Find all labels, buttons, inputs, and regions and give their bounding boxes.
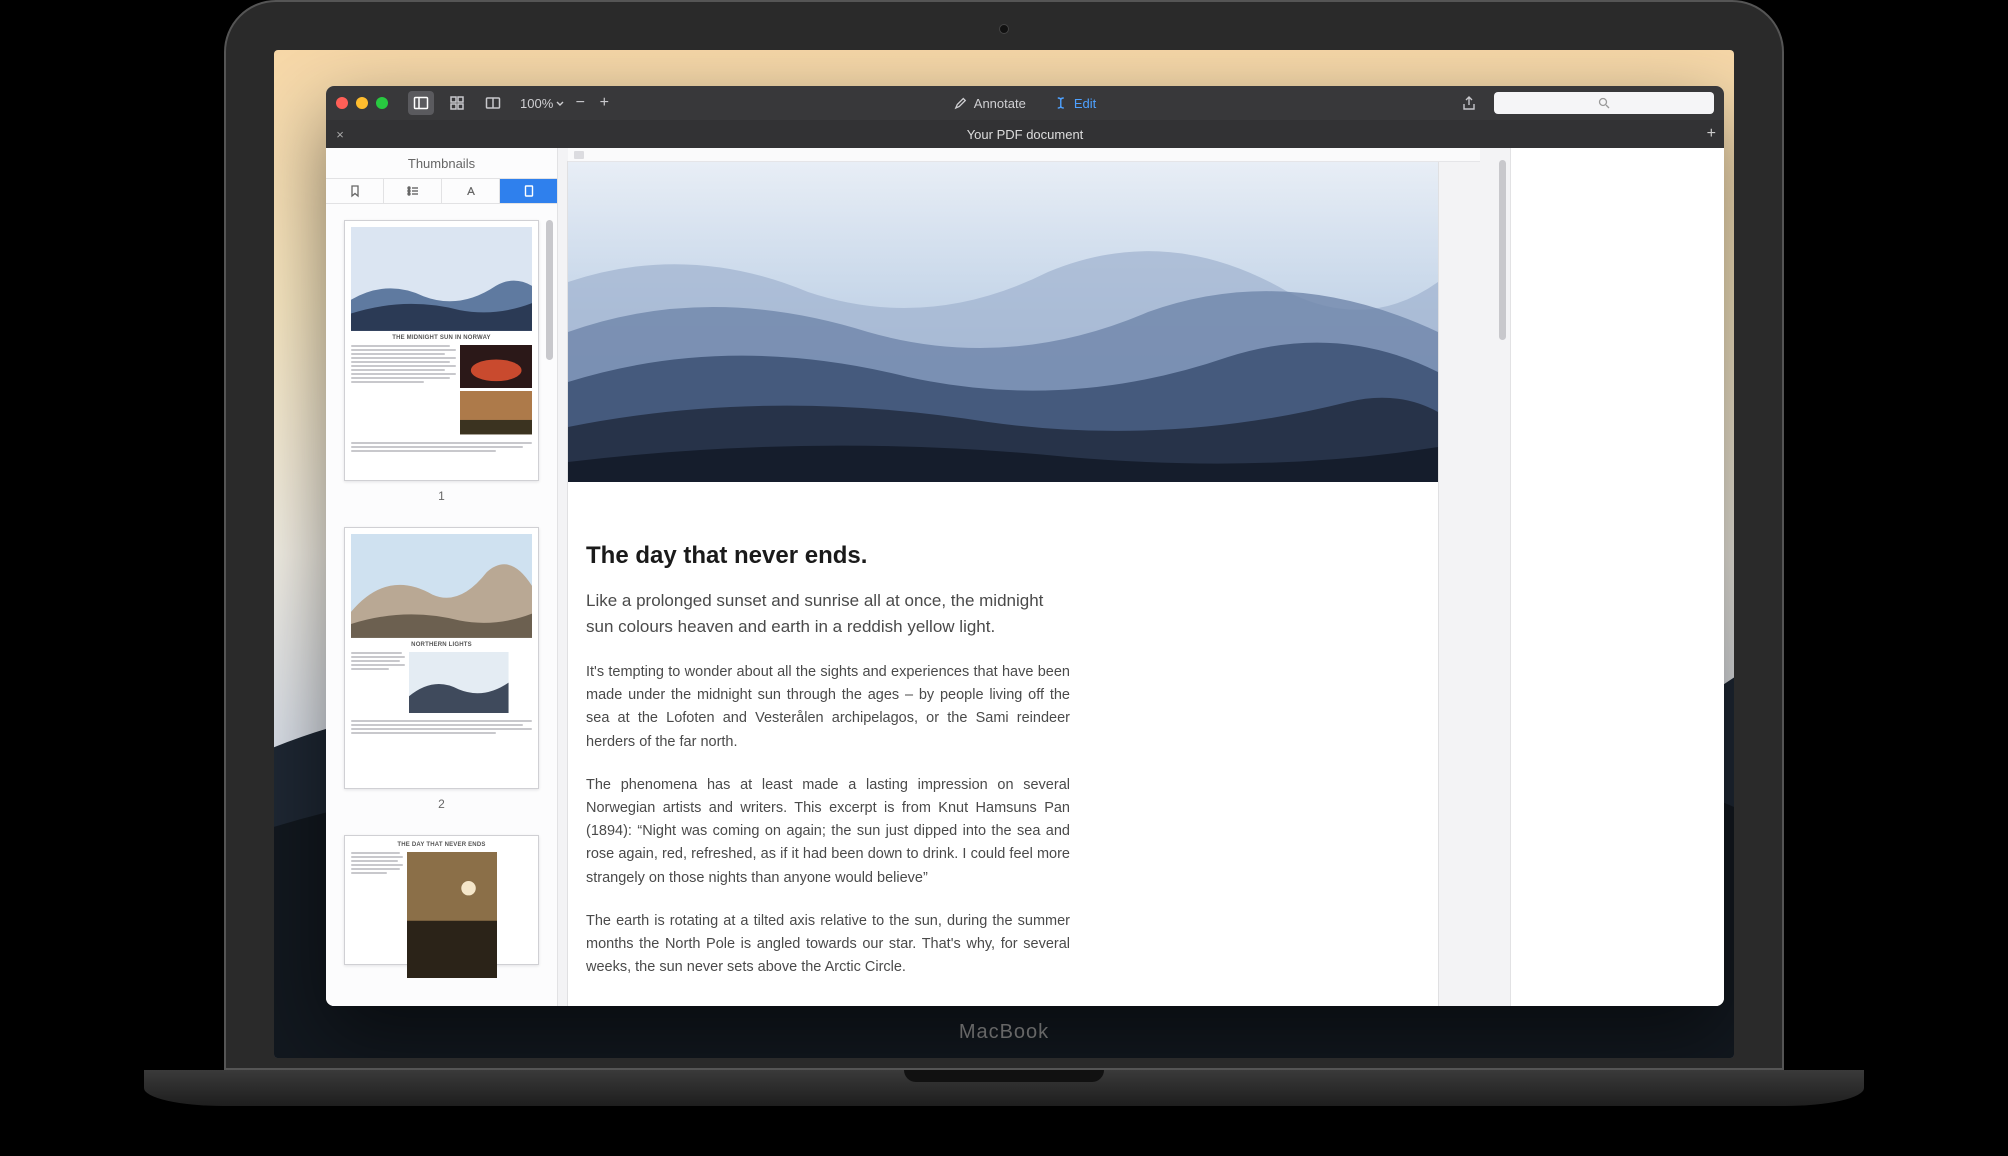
zoom-in-button[interactable]: + (595, 94, 613, 112)
view-split-button[interactable] (480, 91, 506, 115)
toolbar: 100% − + Annotate Edit (326, 86, 1724, 120)
pencil-icon (954, 96, 968, 110)
search-input[interactable] (1494, 92, 1714, 114)
view-sidebar-button[interactable] (408, 91, 434, 115)
sidebar-tab-bookmark[interactable] (326, 179, 384, 203)
document-paragraph: The phenomena has at least made a lastin… (586, 774, 1070, 890)
app-body: Thumbnails (326, 148, 1724, 1006)
page-number: 2 (344, 797, 539, 811)
thumbnail-page-3[interactable]: THE DAY THAT NEVER ENDS (344, 835, 539, 965)
right-panel (1510, 148, 1724, 1006)
search-icon (1598, 97, 1610, 109)
page-icon (522, 184, 536, 198)
tab-add-button[interactable]: + (1707, 125, 1716, 143)
sidebar-tabs (326, 178, 557, 204)
device-brand-text: MacBook (959, 1021, 1049, 1044)
text-cursor-icon (1054, 96, 1068, 110)
toolbar-right (1456, 91, 1714, 115)
thumbnail-title: THE DAY THAT NEVER ENDS (351, 842, 532, 848)
document-paragraph: The earth is rotating at a tilted axis r… (586, 910, 1070, 980)
ruler (568, 148, 1480, 162)
page-number: 1 (344, 489, 539, 503)
edit-mode-button[interactable]: Edit (1054, 96, 1096, 111)
annotate-mode-button[interactable]: Annotate (954, 96, 1026, 111)
text-icon (464, 184, 478, 198)
window-controls (336, 97, 388, 109)
hero-image (568, 162, 1438, 482)
page-view-scrollbar[interactable] (1499, 160, 1506, 340)
sidebar: Thumbnails (326, 148, 558, 1006)
thumbnail-title: THE MIDNIGHT SUN IN NORWAY (351, 335, 532, 341)
annotate-label: Annotate (974, 96, 1026, 111)
share-button[interactable] (1456, 91, 1482, 115)
thumbnail-list[interactable]: THE MIDNIGHT SUN IN NORWAY (326, 204, 557, 1006)
thumbnail-page-1[interactable]: THE MIDNIGHT SUN IN NORWAY (344, 220, 539, 481)
app-window: 100% − + Annotate Edit (326, 86, 1724, 1006)
tab-title[interactable]: Your PDF document (967, 127, 1084, 142)
list-icon (406, 184, 420, 198)
thumbnail-hero-image (351, 227, 532, 331)
view-grid-button[interactable] (444, 91, 470, 115)
thumbnail-hero-image (351, 534, 532, 638)
page-content: The day that never ends. Like a prolonge… (568, 482, 1088, 1006)
sidebar-header: Thumbnails (326, 148, 557, 178)
bookmark-icon (348, 184, 362, 198)
thumbnail-title: NORTHERN LIGHTS (351, 642, 532, 648)
thumbnail-page-2[interactable]: NORTHERN LIGHTS (344, 527, 539, 788)
zoom-level-label: 100% (520, 96, 553, 111)
chevron-down-icon (555, 98, 565, 108)
laptop-screen: 100% − + Annotate Edit (224, 0, 1784, 1070)
fullscreen-button[interactable] (376, 97, 388, 109)
laptop-display: 100% − + Annotate Edit (274, 50, 1734, 1058)
zoom-level-dropdown[interactable]: 100% (520, 96, 565, 111)
sidebar-tab-thumbnails[interactable] (500, 179, 557, 203)
minimize-button[interactable] (356, 97, 368, 109)
document-page: The day that never ends. Like a prolonge… (568, 162, 1438, 1006)
edit-label: Edit (1074, 96, 1096, 111)
toolbar-center: Annotate Edit (954, 96, 1096, 111)
share-icon (1461, 95, 1477, 111)
document-paragraph: It's tempting to wonder about all the si… (586, 661, 1070, 754)
tab-close-button[interactable]: × (326, 127, 354, 142)
tab-bar: × Your PDF document + (326, 120, 1724, 148)
close-button[interactable] (336, 97, 348, 109)
laptop-base (144, 1070, 1864, 1106)
camera-dot (999, 24, 1009, 34)
laptop-frame: 100% − + Annotate Edit (144, 0, 1864, 1106)
sidebar-tab-outline[interactable] (384, 179, 442, 203)
sidebar-tab-annotations[interactable] (442, 179, 500, 203)
sidebar-scrollbar[interactable] (546, 220, 553, 360)
page-view[interactable]: The day that never ends. Like a prolonge… (558, 148, 1510, 1006)
zoom-controls: 100% − + (520, 94, 613, 112)
zoom-out-button[interactable]: − (571, 94, 589, 112)
document-lede: Like a prolonged sunset and sunrise all … (586, 588, 1070, 639)
document-heading: The day that never ends. (586, 542, 1070, 570)
